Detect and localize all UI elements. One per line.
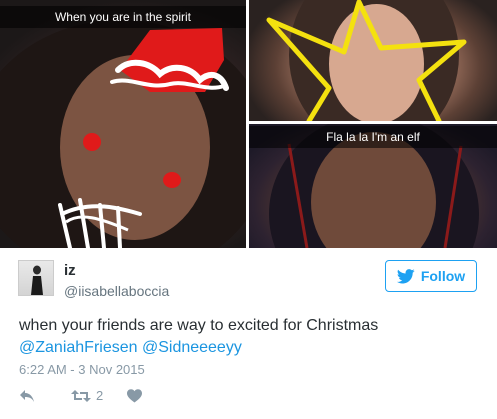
snap-caption-left: When you are in the spirit: [0, 6, 246, 28]
reply-button[interactable]: [19, 389, 71, 403]
retweet-icon: [71, 389, 91, 402]
snap-caption-bottom-right: Fla la la I'm an elf: [249, 126, 497, 148]
photo-collage: When you are in the spirit Fla la la I'm…: [0, 0, 497, 248]
follow-label: Follow: [420, 268, 466, 284]
retweet-count: 2: [96, 388, 104, 403]
user-handle[interactable]: @iisabellaboccia: [64, 283, 169, 299]
timestamp[interactable]: 6:22 AM - 3 Nov 2015: [19, 362, 145, 377]
photo-santa-hat[interactable]: When you are in the spirit: [0, 0, 246, 248]
heart-icon: [127, 388, 142, 402]
retweet-button[interactable]: 2: [71, 388, 127, 403]
user-name[interactable]: iz: [64, 262, 76, 279]
tweet-text: when your friends are way to excited for…: [19, 315, 479, 359]
star-doodle: [266, 0, 467, 121]
tweet-actions: 2: [19, 388, 142, 403]
photo-star-doodle[interactable]: [249, 0, 497, 121]
avatar-person-icon: [31, 265, 43, 295]
follow-button[interactable]: Follow: [385, 260, 477, 292]
twitter-bird-icon: [396, 268, 415, 283]
avatar[interactable]: [18, 260, 54, 296]
photo-elf[interactable]: Fla la la I'm an elf: [249, 124, 497, 248]
doodle-overlay: [58, 28, 229, 248]
tweet-body: when your friends are way to excited for…: [19, 317, 379, 334]
mention-link[interactable]: @Sidneeeeyy: [142, 339, 242, 356]
like-button[interactable]: [127, 388, 142, 403]
tweet-mentions: @ZaniahFriesen @Sidneeeeyy: [19, 337, 479, 359]
mention-link[interactable]: @ZaniahFriesen: [19, 339, 138, 356]
reply-icon: [20, 389, 34, 402]
